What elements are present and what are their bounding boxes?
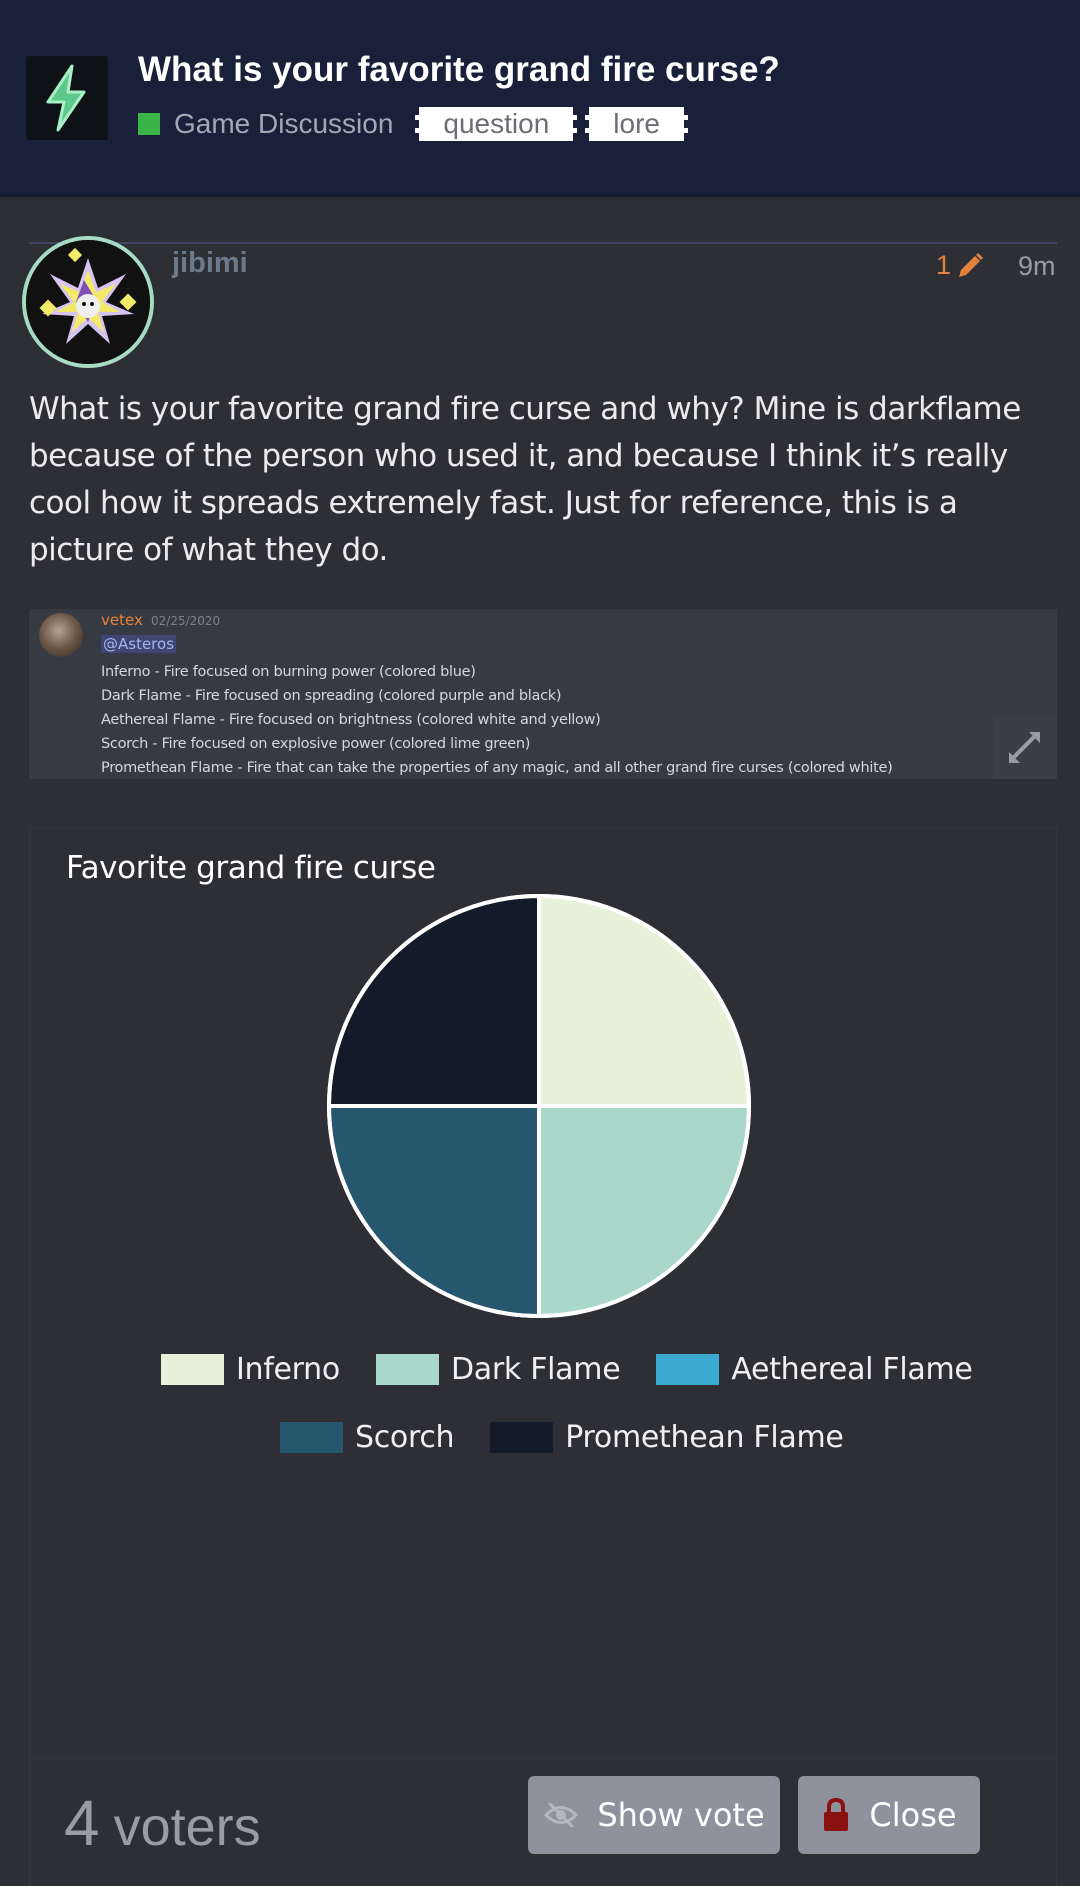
voters-count: 4 — [64, 1787, 100, 1859]
legend-label: Scorch — [355, 1420, 455, 1455]
pie-slice-scorch — [326, 1104, 541, 1319]
legend-label: Aethereal Flame — [731, 1352, 973, 1387]
pie-slice-inferno — [537, 893, 752, 1108]
legend-swatch — [656, 1354, 720, 1385]
voters-label: voters — [113, 1797, 261, 1857]
legend-label: Inferno — [236, 1352, 340, 1387]
close-label: Close — [869, 1796, 957, 1834]
legend-label: Promethean Flame — [565, 1420, 844, 1455]
legend-swatch — [280, 1422, 343, 1453]
pie-slice-dark-flame — [537, 1104, 752, 1319]
chart-legend-row: Inferno Dark Flame Aethereal Flame — [161, 1352, 1009, 1387]
eye-slash-icon — [544, 1801, 579, 1829]
voters-info: 4 voters — [64, 1786, 261, 1860]
legend-swatch — [490, 1422, 554, 1453]
show-vote-label: Show vote — [597, 1796, 765, 1834]
legend-swatch — [161, 1354, 224, 1385]
poll-footer-divider — [29, 1758, 1057, 1759]
legend-swatch — [375, 1354, 439, 1385]
chart-legend-row: Scorch Promethean Flame — [280, 1420, 880, 1455]
legend-label: Dark Flame — [450, 1352, 621, 1387]
lock-icon — [824, 1797, 849, 1831]
close-poll-button[interactable]: Close — [798, 1776, 980, 1854]
pie-chart — [326, 893, 752, 1319]
show-vote-button[interactable]: Show vote — [528, 1776, 780, 1854]
pie-slice-promethean-flame — [326, 893, 541, 1108]
